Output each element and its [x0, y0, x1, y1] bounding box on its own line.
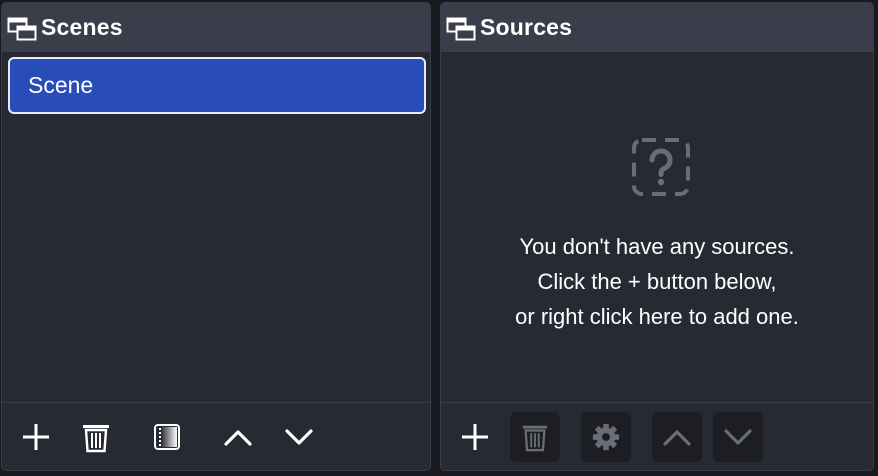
chevron-up-icon [663, 430, 691, 446]
trash-icon [83, 425, 109, 453]
trash-icon [522, 425, 548, 452]
move-scene-down-button[interactable] [274, 412, 324, 462]
move-source-up-button[interactable] [652, 412, 702, 462]
chevron-up-icon [224, 430, 252, 446]
move-scene-up-button[interactable] [213, 412, 263, 462]
scenes-dock-header[interactable]: Scenes [2, 3, 430, 52]
dock-window-icon [446, 17, 476, 40]
chevron-down-icon [724, 429, 752, 445]
empty-sources-line: Click the + button below, [537, 269, 777, 294]
gear-icon [592, 423, 620, 451]
plus-icon [462, 424, 488, 450]
empty-sources-message: You don't have any sources. Click the + … [441, 229, 873, 334]
sources-toolbar [441, 402, 873, 470]
dock-window-icon [7, 17, 37, 40]
plus-icon [23, 424, 49, 450]
empty-sources-line: You don't have any sources. [519, 234, 795, 259]
scene-list[interactable]: Scene [2, 52, 430, 402]
chevron-down-icon [285, 429, 313, 445]
add-scene-button[interactable] [11, 412, 61, 462]
filter-icon [154, 424, 180, 450]
remove-source-button[interactable] [510, 412, 560, 462]
question-icon [632, 138, 690, 196]
scenes-dock-title: Scenes [41, 14, 123, 40]
sources-dock-header[interactable]: Sources [441, 3, 873, 52]
sources-dock: Sources You don't have any sources. Clic… [440, 2, 874, 471]
add-source-button[interactable] [450, 412, 500, 462]
empty-sources-line: or right click here to add one. [515, 304, 799, 329]
source-list[interactable]: You don't have any sources. Click the + … [441, 52, 873, 402]
move-source-down-button[interactable] [713, 412, 763, 462]
sources-dock-title: Sources [480, 14, 573, 40]
scenes-dock: Scenes Scene [1, 2, 431, 471]
scene-filters-button[interactable] [142, 412, 192, 462]
remove-scene-button[interactable] [71, 412, 121, 462]
source-properties-button[interactable] [581, 412, 631, 462]
scenes-toolbar [2, 402, 430, 470]
scene-item-label: Scene [28, 72, 94, 98]
scene-list-item[interactable]: Scene [8, 57, 426, 114]
